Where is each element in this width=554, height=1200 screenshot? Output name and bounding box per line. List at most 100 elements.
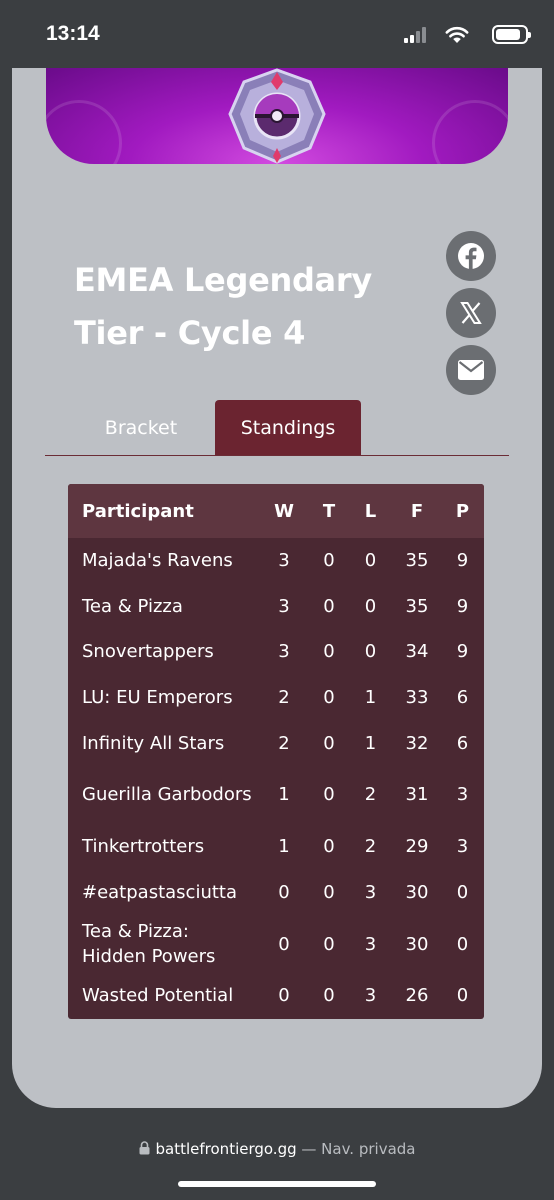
private-mode-label: — Nav. privada <box>301 1140 416 1158</box>
tab-standings[interactable]: Standings <box>215 400 361 455</box>
cell-wins: 1 <box>278 784 290 806</box>
cell-points: 6 <box>456 687 469 709</box>
cell-wins: 0 <box>278 881 290 903</box>
cell-wins: 3 <box>278 595 290 617</box>
tab-bracket[interactable]: Bracket <box>85 400 197 455</box>
cell-f: 30 <box>405 881 429 903</box>
participant-name: LU: EU Emperors <box>82 687 233 709</box>
cell-wins: 0 <box>278 933 290 955</box>
cell-f: 29 <box>405 836 429 858</box>
cell-losses: 3 <box>364 985 377 1007</box>
x-icon <box>460 302 482 324</box>
table-row: Tea & Pizza: Hidden Powers 0 0 3 30 0 <box>68 915 484 973</box>
column-header-points[interactable]: P <box>441 484 484 538</box>
cell-ties: 0 <box>323 550 335 572</box>
participant-name: Tea & Pizza: Hidden Powers <box>82 921 216 968</box>
cell-wins: 1 <box>278 836 290 858</box>
cell-points: 9 <box>456 595 469 617</box>
browser-url-bar[interactable]: battlefrontiergo.gg — Nav. privada <box>0 1140 554 1158</box>
cell-losses: 0 <box>364 595 377 617</box>
signal-icon <box>404 26 430 43</box>
cell-ties: 0 <box>323 933 335 955</box>
standings-table: Participant W T L F P Majada's Ravens 3 … <box>68 484 484 1019</box>
cell-points: 6 <box>456 732 469 754</box>
cell-f: 30 <box>405 933 429 955</box>
column-header-f[interactable]: F <box>393 484 441 538</box>
cell-points: 0 <box>456 933 469 955</box>
page-title-line-2: Tier - Cycle 4 <box>74 314 306 352</box>
column-header-losses[interactable]: L <box>348 484 393 538</box>
cell-f: 34 <box>405 641 429 663</box>
cell-f: 31 <box>405 784 429 806</box>
table-row: Wasted Potential 0 0 3 26 0 <box>68 973 484 1019</box>
table-header-row: Participant W T L F P <box>68 484 484 538</box>
cell-losses: 0 <box>364 641 377 663</box>
table-row: Tinkertrotters 1 0 2 29 3 <box>68 824 484 870</box>
status-bar: 13:14 <box>0 0 554 68</box>
cell-ties: 0 <box>323 687 335 709</box>
cell-f: 35 <box>405 550 429 572</box>
participant-name: #eatpastasciutta <box>82 881 237 903</box>
cell-f: 26 <box>405 985 429 1007</box>
table-row: Guerilla Garbodors 1 0 2 31 3 <box>68 766 484 824</box>
table-row: LU: EU Emperors 2 0 1 33 6 <box>68 675 484 721</box>
cell-wins: 3 <box>278 550 290 572</box>
column-header-participant[interactable]: Participant <box>68 484 258 538</box>
cell-losses: 3 <box>364 933 377 955</box>
share-email-button[interactable] <box>446 345 496 395</box>
home-indicator[interactable] <box>178 1181 376 1187</box>
cell-losses: 3 <box>364 881 377 903</box>
cell-losses: 2 <box>364 836 377 858</box>
cell-ties: 0 <box>323 784 335 806</box>
status-icons <box>398 24 531 44</box>
cell-wins: 0 <box>278 985 290 1007</box>
cell-ties: 0 <box>323 881 335 903</box>
cell-ties: 0 <box>323 836 335 858</box>
cell-f: 35 <box>405 595 429 617</box>
share-facebook-button[interactable] <box>446 231 496 281</box>
url-text: battlefrontiergo.gg <box>155 1140 297 1158</box>
cell-losses: 0 <box>364 550 377 572</box>
table-row: Snovertappers 3 0 0 34 9 <box>68 629 484 675</box>
participant-name: Tea & Pizza <box>82 595 183 617</box>
legendary-emblem-icon <box>228 68 326 164</box>
cell-losses: 2 <box>364 784 377 806</box>
mail-icon <box>458 360 484 380</box>
table-row: #eatpastasciutta 0 0 3 30 0 <box>68 870 484 916</box>
page-title-line-1: EMEA Legendary <box>74 261 372 299</box>
table-row: Majada's Ravens 3 0 0 35 9 <box>68 538 484 584</box>
cell-ties: 0 <box>323 732 335 754</box>
cell-wins: 2 <box>278 687 290 709</box>
table-row: Infinity All Stars 2 0 1 32 6 <box>68 720 484 766</box>
cell-ties: 0 <box>323 641 335 663</box>
cell-wins: 3 <box>278 641 290 663</box>
column-header-wins[interactable]: W <box>258 484 310 538</box>
participant-name: Wasted Potential <box>82 985 234 1007</box>
view-tabs: Bracket Standings <box>45 400 509 456</box>
lock-icon <box>139 1141 150 1155</box>
participant-name: Tinkertrotters <box>82 836 205 858</box>
participant-name: Snovertappers <box>82 641 214 663</box>
facebook-icon <box>458 243 484 269</box>
cell-points: 0 <box>456 881 469 903</box>
column-header-ties[interactable]: T <box>310 484 348 538</box>
cell-ties: 0 <box>323 595 335 617</box>
cell-points: 9 <box>456 550 469 572</box>
cell-ties: 0 <box>323 985 335 1007</box>
cell-wins: 2 <box>278 732 290 754</box>
share-x-button[interactable] <box>446 288 496 338</box>
status-time: 13:14 <box>46 22 100 45</box>
cell-losses: 1 <box>364 732 377 754</box>
cell-points: 3 <box>456 784 469 806</box>
cell-points: 3 <box>456 836 469 858</box>
cell-points: 0 <box>456 985 469 1007</box>
battery-icon <box>492 25 531 44</box>
tier-banner <box>46 68 508 164</box>
participant-name: Majada's Ravens <box>82 550 233 572</box>
cell-f: 33 <box>405 687 429 709</box>
participant-name: Guerilla Garbodors <box>82 784 252 806</box>
wifi-icon <box>445 26 469 43</box>
page-content: EMEA Legendary Tier - Cycle 4 Bracket St… <box>12 68 542 1108</box>
page-title: EMEA Legendary Tier - Cycle 4 <box>74 254 404 360</box>
cell-points: 9 <box>456 641 469 663</box>
